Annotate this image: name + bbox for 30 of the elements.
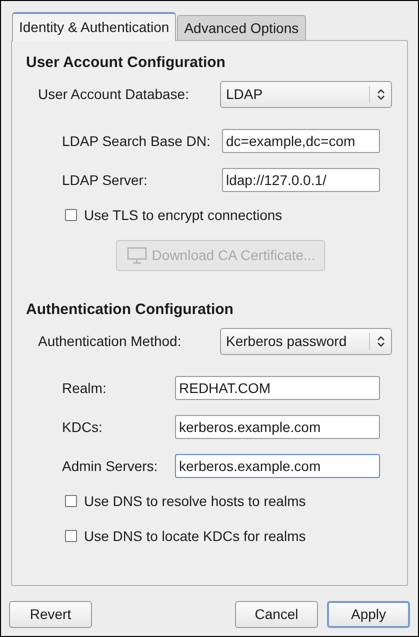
dialog-button[interactable]: Cancel	[235, 601, 318, 628]
checkbox[interactable]	[65, 209, 77, 221]
field-label: KDCs:	[62, 418, 104, 436]
dialog-button[interactable]: Revert	[9, 601, 92, 628]
field-label: LDAP Search Base DN:	[62, 132, 212, 150]
input-field[interactable]: dc=example,dc=com	[222, 129, 380, 153]
input-field[interactable]: ldap://127.0.0.1/	[222, 168, 380, 192]
tab[interactable]: Identity & Authentication	[12, 12, 176, 41]
input-field[interactable]: kerberos.example.com	[175, 415, 380, 439]
computer-icon	[126, 246, 148, 264]
input-field[interactable]: REDHAT.COM	[175, 376, 380, 400]
section-heading: Authentication Configuration	[26, 300, 234, 320]
section-heading: User Account Configuration	[26, 53, 226, 73]
field-label: Realm:	[62, 378, 108, 398]
updown-arrows-icon	[376, 336, 384, 347]
checkbox-label: Use DNS to locate KDCs for realms	[84, 526, 306, 546]
checkbox-label: Use TLS to encrypt connections	[84, 206, 282, 225]
checkbox[interactable]	[65, 530, 77, 542]
dialog-button[interactable]: Apply	[327, 601, 410, 628]
field-label: Authentication Method:	[38, 332, 182, 351]
field-label: Admin Servers:	[62, 456, 159, 476]
tab[interactable]: Advanced Options	[177, 15, 306, 41]
updown-arrows-icon	[376, 89, 384, 100]
checkbox[interactable]	[65, 495, 77, 507]
field-label: User Account Database:	[38, 85, 190, 104]
dropdown[interactable]: LDAP	[220, 81, 392, 108]
field-label: LDAP Server:	[62, 170, 148, 190]
dropdown[interactable]: Kerberos password	[220, 328, 392, 355]
input-field[interactable]: kerberos.example.com	[175, 454, 380, 478]
checkbox-label: Use DNS to resolve hosts to realms	[84, 492, 306, 510]
